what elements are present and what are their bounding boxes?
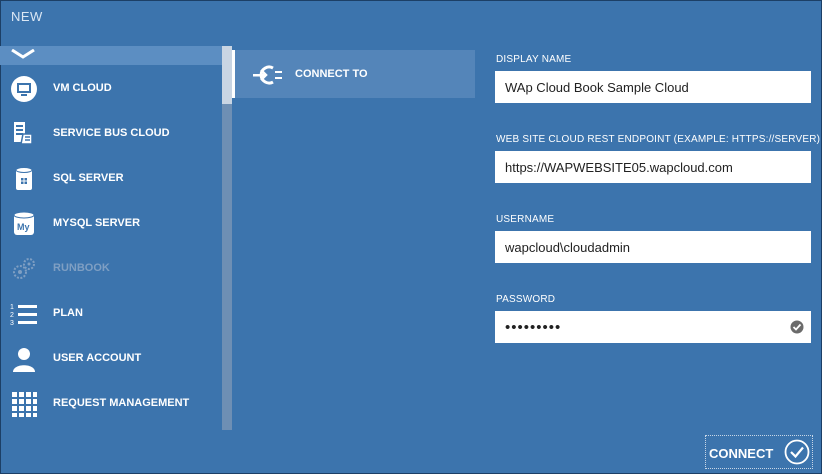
checkmark-circle-icon (784, 439, 810, 465)
password-input[interactable] (495, 311, 811, 343)
plug-connect-icon (253, 65, 282, 85)
user-icon (13, 348, 35, 372)
numbered-list-icon: 1 2 3 (10, 304, 37, 327)
nav-item-label: SQL SERVER (53, 172, 124, 184)
nav-collapsed-item[interactable] (0, 46, 222, 65)
nav-scrollbar-thumb[interactable] (222, 46, 232, 104)
svg-text:1: 1 (10, 304, 14, 311)
endpoint-label: WEB SITE CLOUD REST ENDPOINT (EXAMPLE: H… (496, 134, 821, 145)
nav-item-vm-cloud[interactable]: VM CLOUD (0, 69, 222, 109)
subcategory-list: CONNECT TO (232, 46, 475, 430)
subcategory-label: CONNECT TO (295, 68, 368, 80)
svg-text:My: My (17, 222, 30, 232)
username-input[interactable] (495, 231, 811, 263)
nav-item-sql-server[interactable]: SQL SERVER (0, 159, 222, 199)
password-label: PASSWORD (496, 294, 556, 305)
nav-item-runbook: RUNBOOK (0, 249, 222, 289)
svg-text:2: 2 (10, 312, 14, 319)
check-circle-icon (790, 320, 804, 334)
nav-item-mysql-server[interactable]: My MYSQL SERVER (0, 204, 222, 244)
mysql-database-icon: My (13, 211, 35, 235)
connect-button[interactable]: CONNECT (705, 435, 813, 469)
display-name-label: DISPLAY NAME (496, 54, 572, 65)
username-label: USERNAME (496, 214, 555, 225)
endpoint-input[interactable] (495, 151, 811, 183)
chevron-down-icon (11, 49, 35, 59)
nav-item-label: USER ACCOUNT (53, 352, 142, 364)
nav-item-label: MYSQL SERVER (53, 217, 141, 229)
display-name-input[interactable] (495, 71, 811, 103)
nav-item-label: VM CLOUD (53, 82, 112, 94)
monitor-icon (11, 76, 37, 102)
runbook-gears-icon (13, 258, 35, 279)
subcategory-connect-to[interactable]: CONNECT TO (232, 50, 475, 98)
database-icon (15, 167, 33, 190)
svg-text:3: 3 (10, 320, 14, 327)
nav-item-plan[interactable]: 1 2 3 PLAN (0, 294, 222, 334)
connect-label: CONNECT (709, 446, 774, 461)
grid-icon (12, 392, 37, 417)
nav-item-user-account[interactable]: USER ACCOUNT (0, 339, 222, 379)
category-nav: VM CLOUD SERVICE BUS CLOUD SQL SERVER My… (0, 46, 222, 430)
dialog-title: NEW (11, 9, 43, 24)
nav-item-label: REQUEST MANAGEMENT (53, 397, 190, 409)
nav-item-label: RUNBOOK (53, 262, 110, 274)
nav-item-request-management[interactable]: REQUEST MANAGEMENT (0, 384, 222, 424)
nav-item-label: PLAN (53, 307, 83, 319)
service-bus-icon (14, 122, 33, 145)
nav-item-label: SERVICE BUS CLOUD (53, 127, 170, 139)
nav-item-service-bus-cloud[interactable]: SERVICE BUS CLOUD (0, 114, 222, 154)
